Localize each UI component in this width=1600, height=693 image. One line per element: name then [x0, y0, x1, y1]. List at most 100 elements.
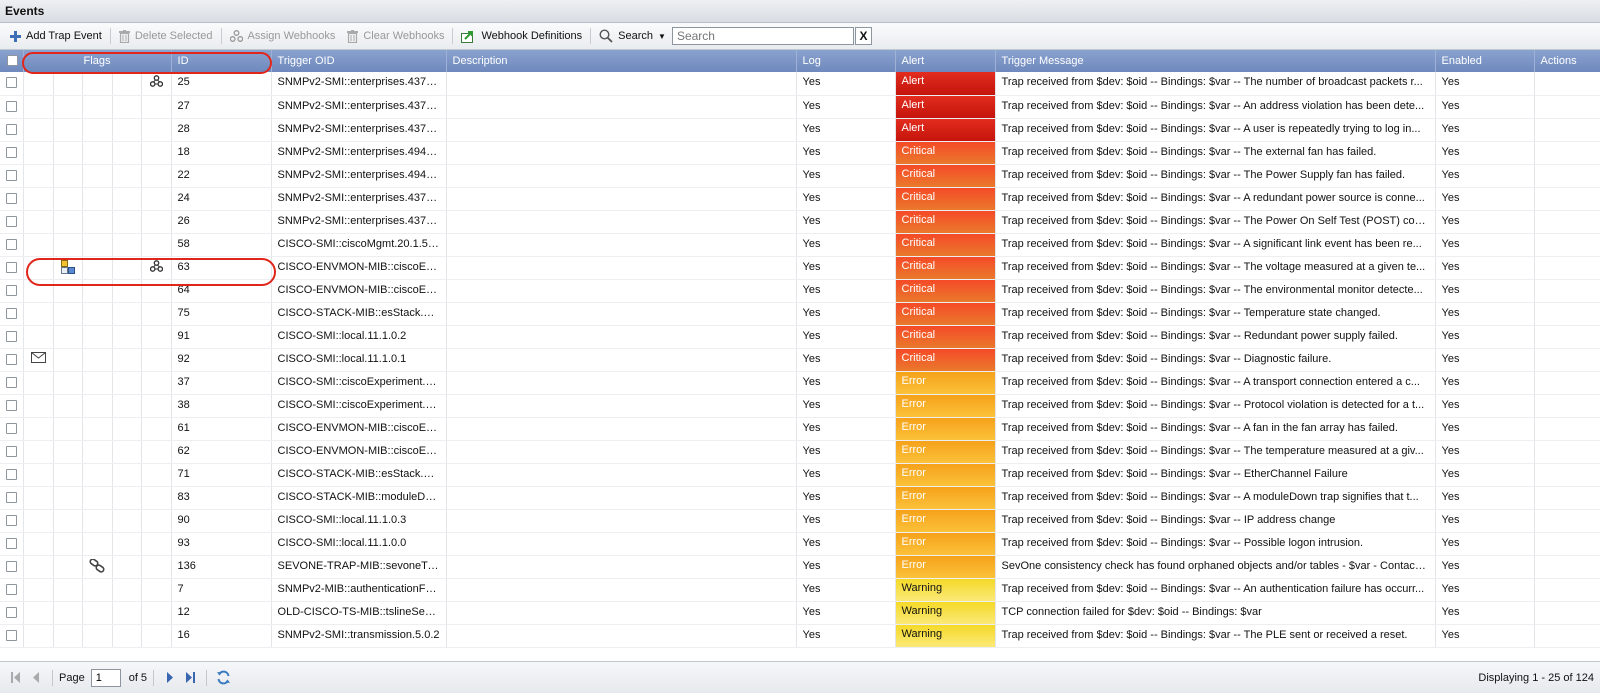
- column-header-trigger-message[interactable]: Trigger Message: [995, 50, 1436, 72]
- table-row[interactable]: 90 CISCO-SMI::local.11.1.0.3 Yes Error Trap …: [0, 509, 1600, 533]
- table-row[interactable]: 27 SNMPv2-SMI::enterprises.437.1... Yes Ale…: [0, 95, 1600, 119]
- row-select-cell[interactable]: [0, 532, 24, 556]
- row-checkbox[interactable]: [5, 238, 17, 250]
- actions-cell[interactable]: [1534, 601, 1600, 625]
- actions-cell[interactable]: [1534, 210, 1600, 234]
- row-checkbox[interactable]: [5, 514, 17, 526]
- table-row[interactable]: 83 CISCO-STACK-MIB::moduleDown Yes Error Tra…: [0, 486, 1600, 510]
- refresh-button[interactable]: [213, 668, 233, 688]
- table-row[interactable]: 28 SNMPv2-SMI::enterprises.437.1... Yes Ale…: [0, 118, 1600, 142]
- row-select-cell[interactable]: [0, 624, 24, 648]
- table-row[interactable]: 71 CISCO-STACK-MIB::esStack.6.0.7 Yes Error…: [0, 463, 1600, 487]
- row-select-cell[interactable]: [0, 555, 24, 579]
- row-checkbox[interactable]: [5, 560, 17, 572]
- row-checkbox[interactable]: [5, 629, 17, 641]
- actions-cell[interactable]: [1534, 256, 1600, 280]
- table-row[interactable]: 136 SEVONE-TRAP-MIB::sevoneTra... Yes Error…: [0, 555, 1600, 579]
- select-all-header[interactable]: [0, 50, 24, 72]
- table-row[interactable]: 64 CISCO-ENVMON-MIB::ciscoEnv... Yes Critic…: [0, 279, 1600, 303]
- policy-icon[interactable]: [60, 259, 75, 274]
- row-select-cell[interactable]: [0, 417, 24, 441]
- column-header-actions[interactable]: Actions: [1534, 50, 1600, 72]
- prev-page-button[interactable]: [26, 668, 46, 688]
- mail-icon[interactable]: [30, 351, 46, 363]
- row-checkbox[interactable]: [5, 123, 17, 135]
- column-header-description[interactable]: Description: [446, 50, 797, 72]
- column-header-flags[interactable]: Flags: [23, 50, 172, 72]
- next-page-button[interactable]: [160, 668, 180, 688]
- link-icon[interactable]: [89, 558, 105, 573]
- row-checkbox[interactable]: [5, 606, 17, 618]
- actions-cell[interactable]: [1534, 578, 1600, 602]
- row-select-cell[interactable]: [0, 348, 24, 372]
- table-row[interactable]: 92 CISCO-SMI::local.11.1.0.1 Yes Critical Tr…: [0, 348, 1600, 372]
- row-select-cell[interactable]: [0, 279, 24, 303]
- row-checkbox[interactable]: [5, 215, 17, 227]
- row-checkbox[interactable]: [5, 146, 17, 158]
- assign-webhooks-button[interactable]: Assign Webhooks: [224, 25, 342, 47]
- actions-cell[interactable]: [1534, 624, 1600, 648]
- row-checkbox[interactable]: [5, 537, 17, 549]
- actions-cell[interactable]: [1534, 95, 1600, 119]
- table-row[interactable]: 63 CISCO-ENVMON-MIB::ciscoEnv... Yes Critic…: [0, 256, 1600, 280]
- actions-cell[interactable]: [1534, 371, 1600, 395]
- table-row[interactable]: 18 SNMPv2-SMI::enterprises.494.4... Yes Cri…: [0, 141, 1600, 165]
- actions-cell[interactable]: [1534, 486, 1600, 510]
- actions-cell[interactable]: [1534, 279, 1600, 303]
- row-checkbox[interactable]: [5, 376, 17, 388]
- table-row[interactable]: 58 CISCO-SMI::ciscoMgmt.20.1.5.... Yes Crit…: [0, 233, 1600, 257]
- actions-cell[interactable]: [1534, 394, 1600, 418]
- row-select-cell[interactable]: [0, 394, 24, 418]
- row-checkbox[interactable]: [5, 330, 17, 342]
- row-select-cell[interactable]: [0, 509, 24, 533]
- row-select-cell[interactable]: [0, 187, 24, 211]
- actions-cell[interactable]: [1534, 463, 1600, 487]
- row-checkbox[interactable]: [5, 192, 17, 204]
- clear-search-button[interactable]: X: [854, 27, 872, 45]
- actions-cell[interactable]: [1534, 555, 1600, 579]
- row-select-cell[interactable]: [0, 440, 24, 464]
- table-row[interactable]: 62 CISCO-ENVMON-MIB::ciscoEnv... Yes Error T…: [0, 440, 1600, 464]
- actions-cell[interactable]: [1534, 325, 1600, 349]
- table-row[interactable]: 26 SNMPv2-SMI::enterprises.437.1... Yes Cri…: [0, 210, 1600, 234]
- delete-selected-button[interactable]: Delete Selected: [113, 25, 219, 47]
- row-checkbox[interactable]: [5, 353, 17, 365]
- clear-webhooks-button[interactable]: Clear Webhooks: [341, 25, 450, 47]
- webhook-definitions-button[interactable]: Webhook Definitions: [455, 25, 588, 47]
- row-select-cell[interactable]: [0, 325, 24, 349]
- webhook-icon[interactable]: [149, 259, 163, 272]
- row-select-cell[interactable]: [0, 233, 24, 257]
- row-select-cell[interactable]: [0, 302, 24, 326]
- column-header-log[interactable]: Log: [796, 50, 896, 72]
- add-trap-event-button[interactable]: Add Trap Event: [4, 25, 108, 47]
- row-select-cell[interactable]: [0, 463, 24, 487]
- row-checkbox[interactable]: [5, 169, 17, 181]
- column-header-trigger-oid[interactable]: Trigger OID: [271, 50, 447, 72]
- table-row[interactable]: 38 CISCO-SMI::ciscoExperiment.9.... Yes Err…: [0, 394, 1600, 418]
- row-select-cell[interactable]: [0, 256, 24, 280]
- table-row[interactable]: 16 SNMPv2-SMI::transmission.5.0.2 Yes Warni…: [0, 624, 1600, 648]
- row-checkbox[interactable]: [5, 307, 17, 319]
- select-all-checkbox[interactable]: [6, 55, 18, 66]
- actions-cell[interactable]: [1534, 72, 1600, 96]
- row-select-cell[interactable]: [0, 371, 24, 395]
- row-select-cell[interactable]: [0, 72, 24, 96]
- row-select-cell[interactable]: [0, 95, 24, 119]
- table-row[interactable]: 37 CISCO-SMI::ciscoExperiment.9.... Yes Err…: [0, 371, 1600, 395]
- row-checkbox[interactable]: [5, 422, 17, 434]
- actions-cell[interactable]: [1534, 118, 1600, 142]
- last-page-button[interactable]: [180, 668, 200, 688]
- actions-cell[interactable]: [1534, 141, 1600, 165]
- search-dropdown-button[interactable]: Search ▼: [593, 25, 672, 47]
- row-select-cell[interactable]: [0, 486, 24, 510]
- row-checkbox[interactable]: [5, 468, 17, 480]
- row-select-cell[interactable]: [0, 601, 24, 625]
- first-page-button[interactable]: [6, 668, 26, 688]
- row-checkbox[interactable]: [5, 399, 17, 411]
- actions-cell[interactable]: [1534, 417, 1600, 441]
- row-select-cell[interactable]: [0, 164, 24, 188]
- column-header-id[interactable]: ID: [171, 50, 272, 72]
- row-select-cell[interactable]: [0, 210, 24, 234]
- row-checkbox[interactable]: [5, 583, 17, 595]
- table-row[interactable]: 93 CISCO-SMI::local.11.1.0.0 Yes Error Trap …: [0, 532, 1600, 556]
